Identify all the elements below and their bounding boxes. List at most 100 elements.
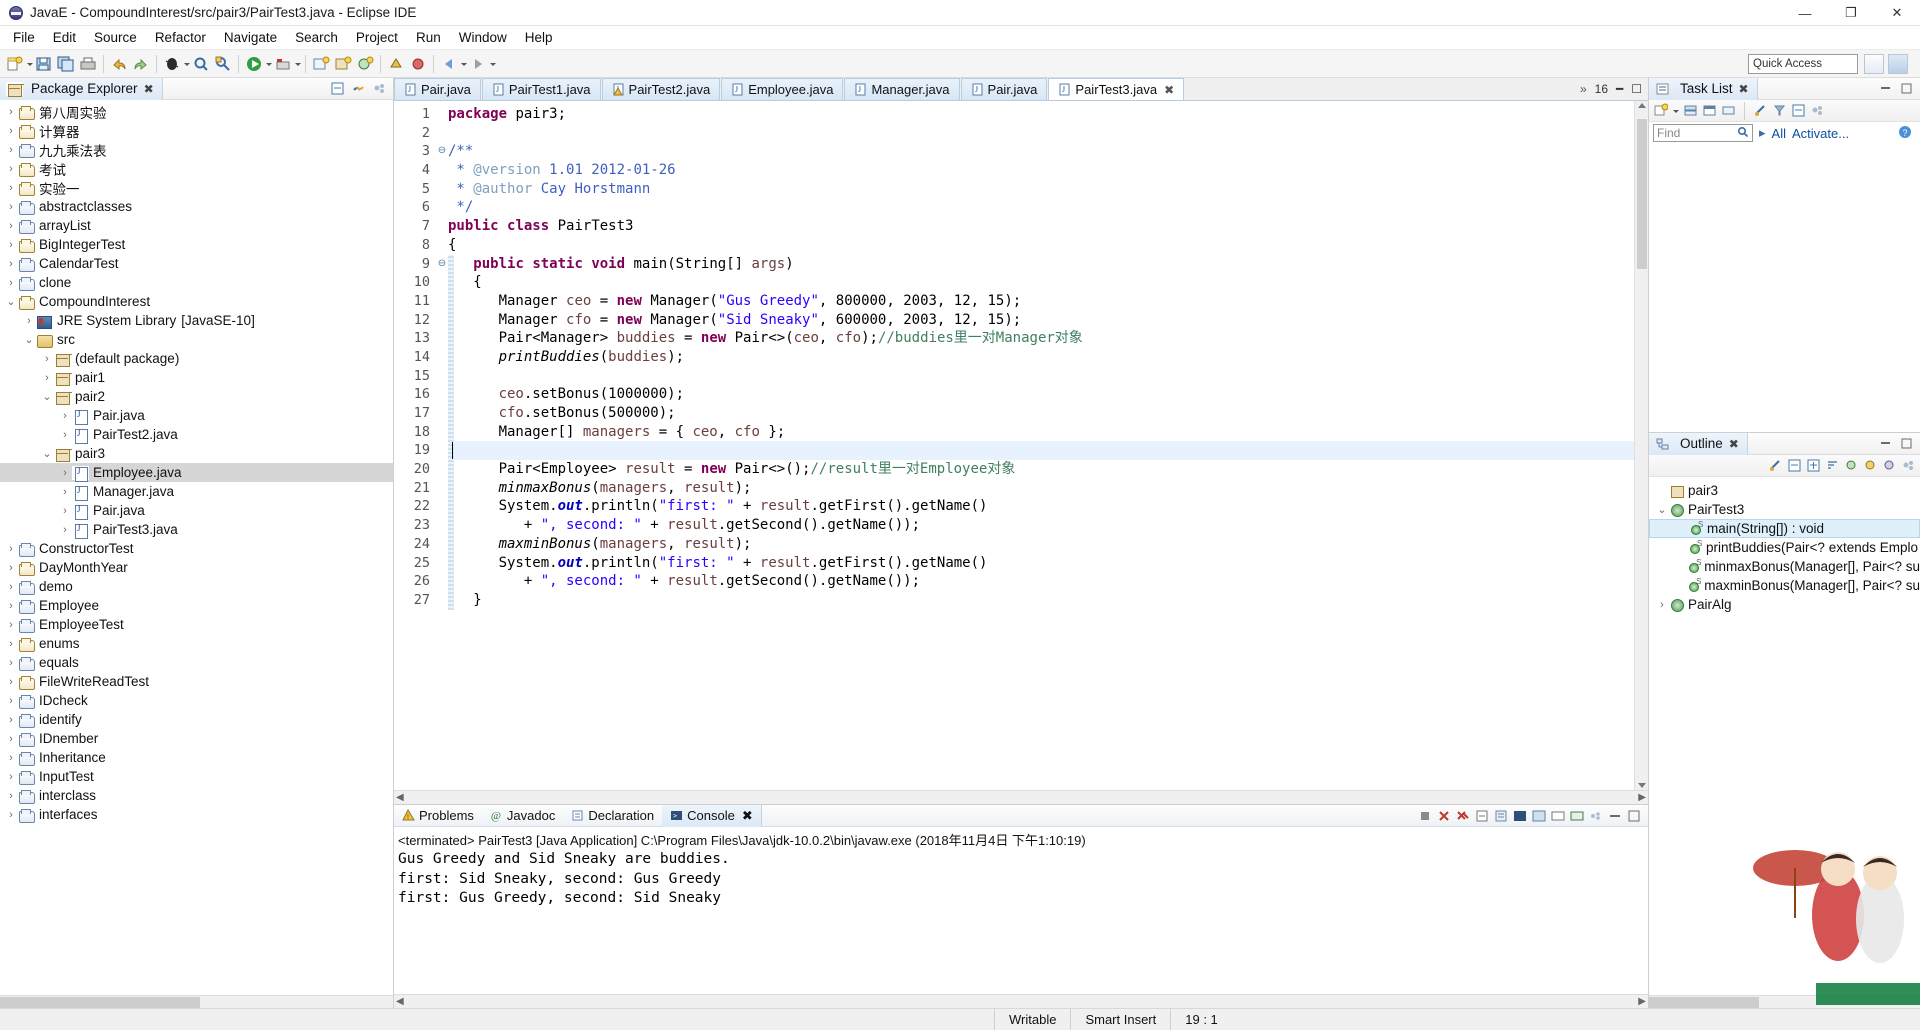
- save-all-icon[interactable]: [56, 54, 76, 74]
- tree-item[interactable]: › 计算器: [0, 121, 393, 140]
- quick-access-input[interactable]: Quick Access: [1748, 54, 1858, 74]
- tree-item[interactable]: › Pair.java: [0, 501, 393, 520]
- new-package-icon[interactable]: [333, 54, 353, 74]
- terminate-all-icon[interactable]: [1417, 808, 1433, 824]
- tree-item[interactable]: › 实验一: [0, 178, 393, 197]
- tree-expand-arrow[interactable]: ›: [40, 372, 54, 384]
- tree-item[interactable]: › Manager.java: [0, 482, 393, 501]
- all-filter-link[interactable]: All: [1772, 126, 1786, 141]
- tree-item[interactable]: › clone: [0, 273, 393, 292]
- outline-item[interactable]: › PairAlg: [1649, 595, 1920, 614]
- tree-item[interactable]: › DayMonthYear: [0, 558, 393, 577]
- folding-column[interactable]: ⊖ ⊖: [436, 101, 448, 790]
- tree-item[interactable]: ⌄ pair2: [0, 387, 393, 406]
- tree-expand-arrow[interactable]: ›: [4, 125, 18, 137]
- tree-expand-arrow[interactable]: ›: [58, 486, 72, 498]
- tree-item[interactable]: › CalendarTest: [0, 254, 393, 273]
- console-tab[interactable]: > Console ✖: [662, 804, 762, 827]
- tree-expand-arrow[interactable]: ›: [4, 619, 18, 631]
- outline-item[interactable]: ⌄ PairTest3: [1649, 500, 1920, 519]
- find-search-icon[interactable]: [1737, 126, 1749, 141]
- search-icon[interactable]: [191, 54, 211, 74]
- editor-tab-close-icon[interactable]: ✖: [1164, 83, 1174, 97]
- tree-expand-arrow[interactable]: ›: [4, 182, 18, 194]
- remove-launch-icon[interactable]: [1436, 808, 1452, 824]
- view-menu-icon[interactable]: [372, 81, 387, 96]
- tree-expand-arrow[interactable]: ›: [4, 201, 18, 213]
- editor-tab[interactable]: J PairTest1.java: [481, 78, 601, 100]
- forward-icon[interactable]: [468, 54, 488, 74]
- package-explorer-hscrollbar[interactable]: [0, 995, 393, 1008]
- categorize-icon[interactable]: [1683, 103, 1698, 118]
- tree-expand-arrow[interactable]: ›: [4, 638, 18, 650]
- tree-item[interactable]: › Employee: [0, 596, 393, 615]
- outline-item[interactable]: pair3: [1649, 481, 1920, 500]
- maximize-view-icon[interactable]: [1626, 808, 1642, 824]
- scroll-lock-icon[interactable]: [1493, 808, 1509, 824]
- task-list-body[interactable]: [1649, 144, 1920, 432]
- tree-expand-arrow[interactable]: ›: [4, 562, 18, 574]
- console-hscrollbar[interactable]: ◀ ▶: [394, 994, 1648, 1008]
- editor-tab[interactable]: J PairTest3.java ✖: [1048, 78, 1185, 100]
- debug-icon[interactable]: [162, 54, 182, 74]
- filter-icon[interactable]: [1772, 103, 1787, 118]
- package-explorer-tab[interactable]: Package Explorer ✖: [0, 77, 163, 100]
- java-perspective-icon[interactable]: [1888, 54, 1908, 74]
- expand-all-icon[interactable]: [1806, 458, 1821, 473]
- tree-item[interactable]: › Inheritance: [0, 748, 393, 767]
- tree-expand-arrow[interactable]: ›: [4, 809, 18, 821]
- menu-search[interactable]: Search: [286, 28, 347, 47]
- outline-hscrollbar[interactable]: [1649, 995, 1920, 1008]
- fold-toggle-icon[interactable]: ⊖: [436, 142, 448, 161]
- tree-expand-arrow[interactable]: ›: [58, 429, 72, 441]
- tree-item[interactable]: › 九九乘法表: [0, 140, 393, 159]
- tree-item[interactable]: ⌄ pair3: [0, 444, 393, 463]
- tree-expand-arrow-open[interactable]: ⌄: [4, 295, 18, 308]
- scroll-right-arrow[interactable]: ▶: [1638, 996, 1646, 1007]
- tree-item[interactable]: › PairTest3.java: [0, 520, 393, 539]
- menu-window[interactable]: Window: [450, 28, 516, 47]
- collapse-all-icon[interactable]: [330, 81, 345, 96]
- hide-fields-icon[interactable]: [1844, 458, 1859, 473]
- tree-item[interactable]: › InputTest: [0, 767, 393, 786]
- tree-expand-arrow-open[interactable]: ⌄: [40, 447, 54, 460]
- task-find-input[interactable]: Find: [1653, 124, 1753, 142]
- tree-expand-arrow-open[interactable]: ⌄: [22, 333, 36, 346]
- menu-refactor[interactable]: Refactor: [146, 28, 215, 47]
- tree-expand-arrow[interactable]: ›: [4, 771, 18, 783]
- tree-item[interactable]: › abstractclasses: [0, 197, 393, 216]
- console-tab[interactable]: @ Javadoc: [482, 805, 563, 827]
- menu-edit[interactable]: Edit: [44, 28, 85, 47]
- hide-nonpublic-icon[interactable]: [1882, 458, 1897, 473]
- editor-tab[interactable]: J Manager.java: [844, 78, 960, 100]
- save-icon[interactable]: [34, 54, 54, 74]
- new-wizard-icon[interactable]: [5, 54, 25, 74]
- redo-icon[interactable]: [131, 54, 151, 74]
- tree-expand-arrow[interactable]: ›: [4, 733, 18, 745]
- focus-on-active-task-icon[interactable]: [1768, 458, 1783, 473]
- tree-expand-arrow[interactable]: ›: [4, 277, 18, 289]
- outline-item[interactable]: Smain(String[]) : void: [1649, 519, 1920, 538]
- tree-expand-arrow[interactable]: ›: [4, 695, 18, 707]
- tree-expand-arrow[interactable]: ›: [4, 676, 18, 688]
- menu-project[interactable]: Project: [347, 28, 407, 47]
- minimize-view-icon[interactable]: [1878, 81, 1893, 96]
- console-tab-close-icon[interactable]: ✖: [742, 808, 753, 824]
- tree-item[interactable]: › interfaces: [0, 805, 393, 824]
- view-menu-icon[interactable]: [1810, 103, 1825, 118]
- sort-icon[interactable]: [1825, 458, 1840, 473]
- tree-item[interactable]: › interclass: [0, 786, 393, 805]
- tree-item[interactable]: › ConstructorTest: [0, 539, 393, 558]
- remove-all-launches-icon[interactable]: [1455, 808, 1471, 824]
- run-icon[interactable]: [244, 54, 264, 74]
- scroll-left-arrow[interactable]: ◀: [396, 792, 404, 803]
- collapse-all-icon[interactable]: [1787, 458, 1802, 473]
- scroll-left-arrow[interactable]: ◀: [396, 996, 404, 1007]
- tree-item[interactable]: › equals: [0, 653, 393, 672]
- editor-tab[interactable]: J Pair.java: [394, 78, 481, 100]
- run-dropdown-arrow[interactable]: [265, 54, 272, 74]
- task-list-tab[interactable]: Task List ✖: [1649, 77, 1758, 100]
- scroll-thumb[interactable]: [1649, 997, 1759, 1008]
- tree-expand-arrow[interactable]: ›: [4, 581, 18, 593]
- tree-item[interactable]: › 考试: [0, 159, 393, 178]
